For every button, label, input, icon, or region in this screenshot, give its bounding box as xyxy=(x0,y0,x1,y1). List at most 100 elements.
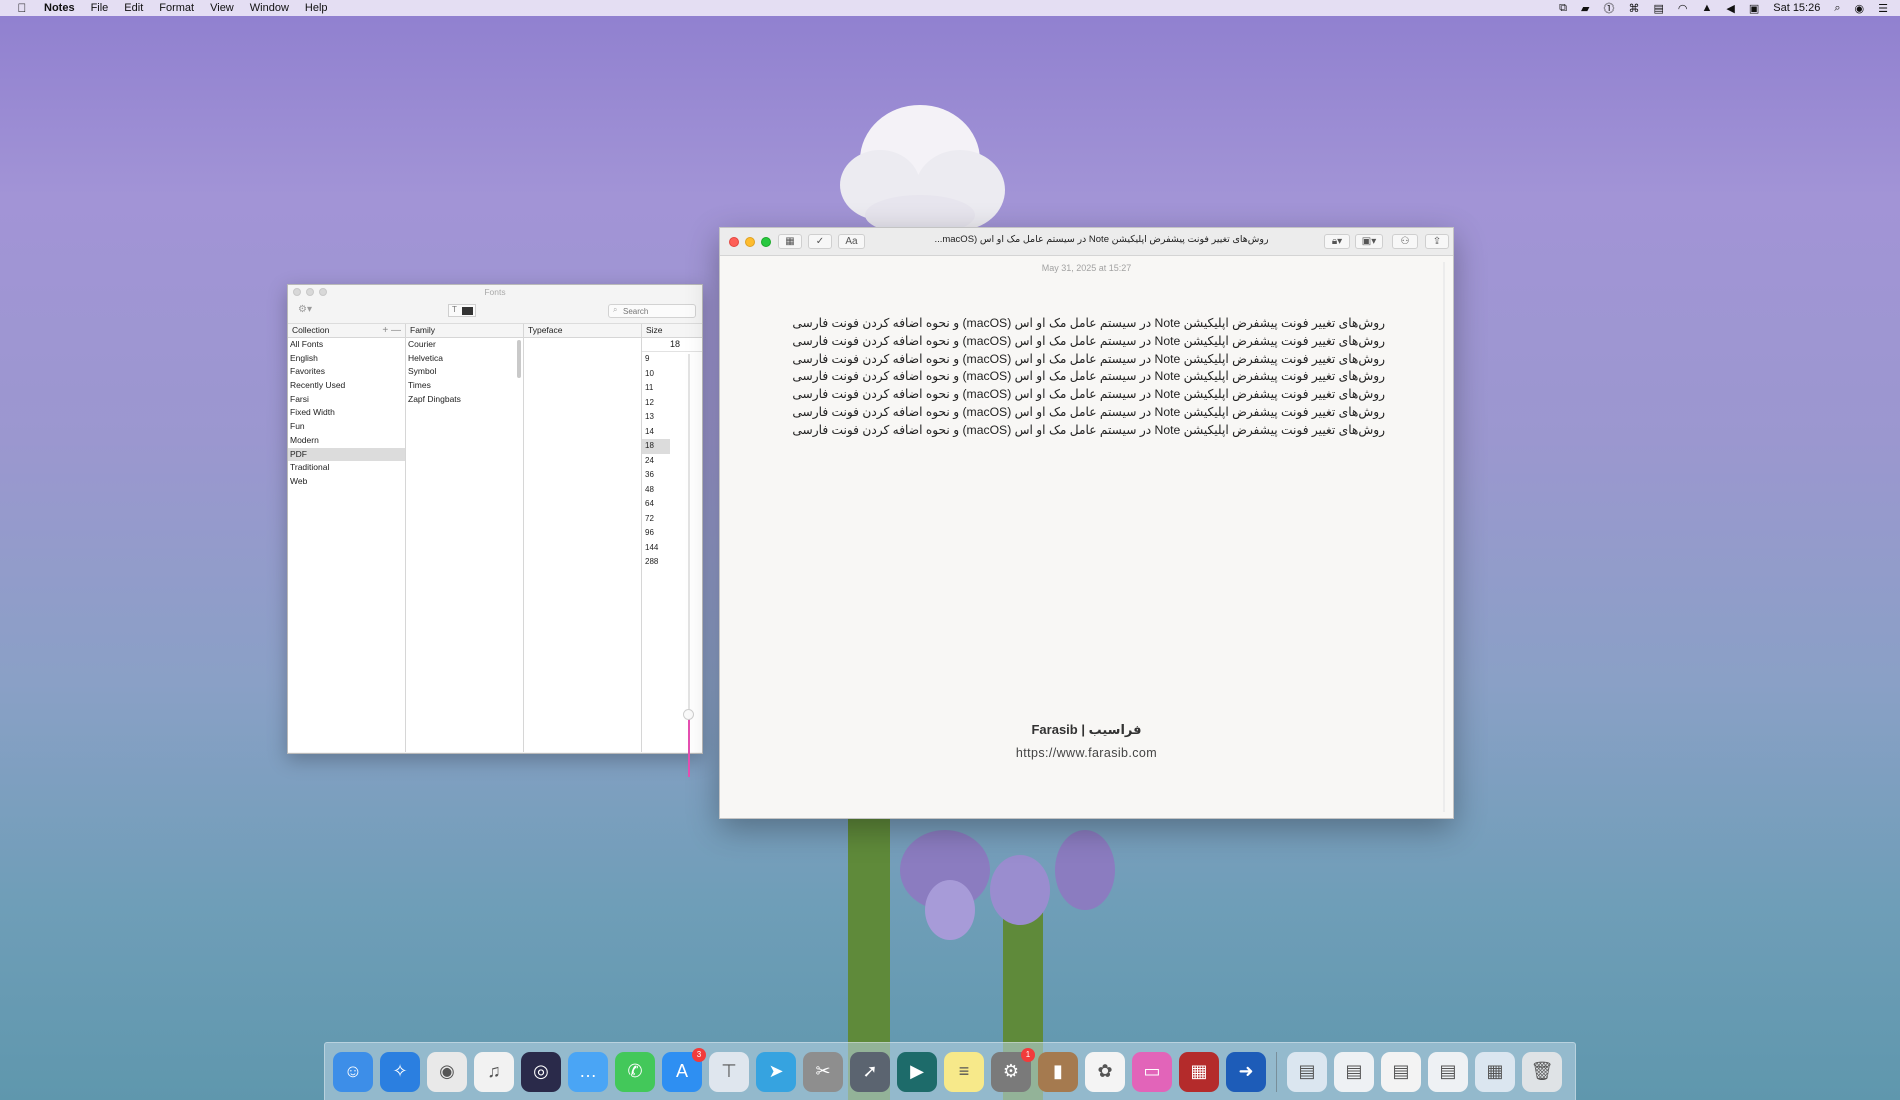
menu-app-notes[interactable]: Notes xyxy=(44,2,75,14)
close-button[interactable] xyxy=(729,237,739,247)
size-item[interactable]: 24 xyxy=(642,454,670,469)
contacts-icon[interactable]: ▮ xyxy=(1038,1051,1078,1092)
fonts-panel-minimize-button[interactable] xyxy=(306,288,314,296)
document-icon[interactable]: ▦ xyxy=(1475,1051,1515,1092)
lock-icon[interactable]: 🔒︎▾ xyxy=(1324,234,1350,249)
menu-view[interactable]: View xyxy=(210,2,234,14)
size-item[interactable]: 36 xyxy=(642,468,670,483)
chrome-icon[interactable]: ◉ xyxy=(427,1051,467,1092)
size-item[interactable]: 10 xyxy=(642,367,670,382)
fonts-panel-close-button[interactable] xyxy=(293,288,301,296)
size-item[interactable]: 48 xyxy=(642,483,670,498)
add-people-icon[interactable]: ⚇ xyxy=(1392,234,1418,249)
apple-icon[interactable]:  xyxy=(14,1,30,15)
collection-item[interactable]: Modern xyxy=(288,434,405,448)
size-input[interactable]: 18 xyxy=(642,338,702,352)
size-item[interactable]: 14 xyxy=(642,425,670,440)
remove-collection-button[interactable]: — xyxy=(391,325,401,336)
font-search-field[interactable]: ⌕ xyxy=(608,304,696,318)
size-item-selected[interactable]: 18 xyxy=(642,439,670,454)
format-button[interactable]: Aa xyxy=(838,234,865,249)
gear-icon[interactable]: ⚙▾ xyxy=(298,304,320,317)
menu-help[interactable]: Help xyxy=(305,2,328,14)
screen-mirroring-icon[interactable]: ⧉ xyxy=(1559,2,1567,15)
size-item[interactable]: 288 xyxy=(642,555,670,570)
collection-item[interactable]: Recently Used xyxy=(288,379,405,393)
note-scrollbar[interactable] xyxy=(1443,262,1445,812)
menu-edit[interactable]: Edit xyxy=(124,2,143,14)
archive-utility-icon[interactable]: ✂ xyxy=(803,1051,843,1092)
collection-item[interactable]: Traditional xyxy=(288,461,405,475)
wifi-icon[interactable]: ◠ xyxy=(1678,2,1688,15)
finder-icon[interactable]: ☺ xyxy=(333,1051,373,1092)
size-item[interactable]: 72 xyxy=(642,512,670,527)
collection-item[interactable]: Web xyxy=(288,475,405,489)
notes-icon[interactable]: ≡ xyxy=(944,1051,984,1092)
menu-window[interactable]: Window xyxy=(250,2,289,14)
size-item[interactable]: 96 xyxy=(642,526,670,541)
system-preferences-icon[interactable]: ⚙ 1 xyxy=(991,1047,1035,1092)
family-item[interactable]: Symbol xyxy=(406,365,523,379)
network-icon[interactable]: ⌘ xyxy=(1628,2,1639,15)
trash-icon[interactable]: 🗑 xyxy=(1522,1051,1562,1092)
collection-item[interactable]: English xyxy=(288,352,405,366)
add-collection-button[interactable]: + xyxy=(382,325,388,336)
menu-file[interactable]: File xyxy=(91,2,109,14)
menu-format[interactable]: Format xyxy=(159,2,194,14)
share-icon[interactable]: ⇪ xyxy=(1425,234,1449,249)
clock[interactable]: Sat 15:26 xyxy=(1773,2,1820,14)
messages-status-icon[interactable]: ▰ xyxy=(1581,2,1589,15)
family-item[interactable]: Zapf Dingbats xyxy=(406,393,523,407)
size-slider-track[interactable] xyxy=(688,354,690,747)
collection-item[interactable]: Farsi xyxy=(288,393,405,407)
siri-icon[interactable]: ◎ xyxy=(521,1051,561,1092)
accessibility-icon[interactable]: ⓵ xyxy=(1603,0,1614,16)
family-item[interactable]: Times xyxy=(406,379,523,393)
keyboard-icon[interactable]: ▤ xyxy=(1653,2,1663,15)
photo-booth-icon[interactable]: ▦ xyxy=(1179,1051,1219,1092)
airplay-icon[interactable]: ▲ xyxy=(1701,2,1712,14)
photos-icon[interactable]: ✿ xyxy=(1085,1051,1125,1092)
app-store-icon[interactable]: A3 xyxy=(662,1047,706,1092)
document-color-swatch[interactable] xyxy=(462,307,473,315)
note-body[interactable]: روش‌های تغییر فونت پیشفرض اپلیکیشن Note … xyxy=(776,315,1385,440)
messages-icon[interactable]: … xyxy=(568,1051,608,1092)
table-icon[interactable]: ▦ xyxy=(778,234,802,249)
screen-sharing-icon[interactable]: ▭ xyxy=(1132,1051,1172,1092)
text-color-button[interactable]: T xyxy=(448,304,476,317)
family-scrollbar[interactable] xyxy=(517,340,521,378)
music-icon[interactable]: ♫ xyxy=(474,1051,514,1092)
family-item[interactable]: Courier xyxy=(406,338,523,352)
notification-center-icon[interactable]: ☰ xyxy=(1878,2,1888,15)
font-search-input[interactable] xyxy=(623,306,691,316)
migration-assistant-icon[interactable]: ➜ xyxy=(1226,1051,1266,1092)
collection-item[interactable]: All Fonts xyxy=(288,338,405,352)
spotlight-search-icon[interactable]: ⌕ xyxy=(1834,2,1840,15)
collection-item[interactable]: Fun xyxy=(288,420,405,434)
document-icon[interactable]: ▤ xyxy=(1287,1051,1327,1092)
zoom-meeting-icon[interactable]: ▶ xyxy=(897,1051,937,1092)
fonts-panel-zoom-button[interactable] xyxy=(319,288,327,296)
size-item[interactable]: 144 xyxy=(642,541,670,556)
input-source-icon[interactable]: ▣ xyxy=(1749,2,1759,15)
zoom-button[interactable] xyxy=(761,237,771,247)
checklist-icon[interactable]: ✓ xyxy=(808,234,832,249)
collection-item[interactable]: Favorites xyxy=(288,365,405,379)
minimize-button[interactable] xyxy=(745,237,755,247)
size-item[interactable]: 64 xyxy=(642,497,670,512)
size-item[interactable]: 12 xyxy=(642,396,670,411)
document-icon[interactable]: ▤ xyxy=(1334,1051,1374,1092)
size-item[interactable]: 13 xyxy=(642,410,670,425)
collection-item-selected[interactable]: PDF xyxy=(288,447,405,462)
telegram-icon[interactable]: ➤ xyxy=(756,1051,796,1092)
size-item[interactable]: 9 xyxy=(642,352,670,367)
safari-icon[interactable]: ✧ xyxy=(380,1051,420,1092)
keynote-icon[interactable]: ⊤ xyxy=(709,1051,749,1092)
document-icon[interactable]: ▤ xyxy=(1381,1051,1421,1092)
siri-status-icon[interactable]: ◉ xyxy=(1855,2,1865,15)
document-icon[interactable]: ▤ xyxy=(1428,1051,1468,1092)
size-item[interactable]: 11 xyxy=(642,381,670,396)
media-icon[interactable]: ▣▾ xyxy=(1355,234,1383,249)
collection-item[interactable]: Fixed Width xyxy=(288,406,405,420)
volume-icon[interactable]: ◀ xyxy=(1726,2,1734,15)
